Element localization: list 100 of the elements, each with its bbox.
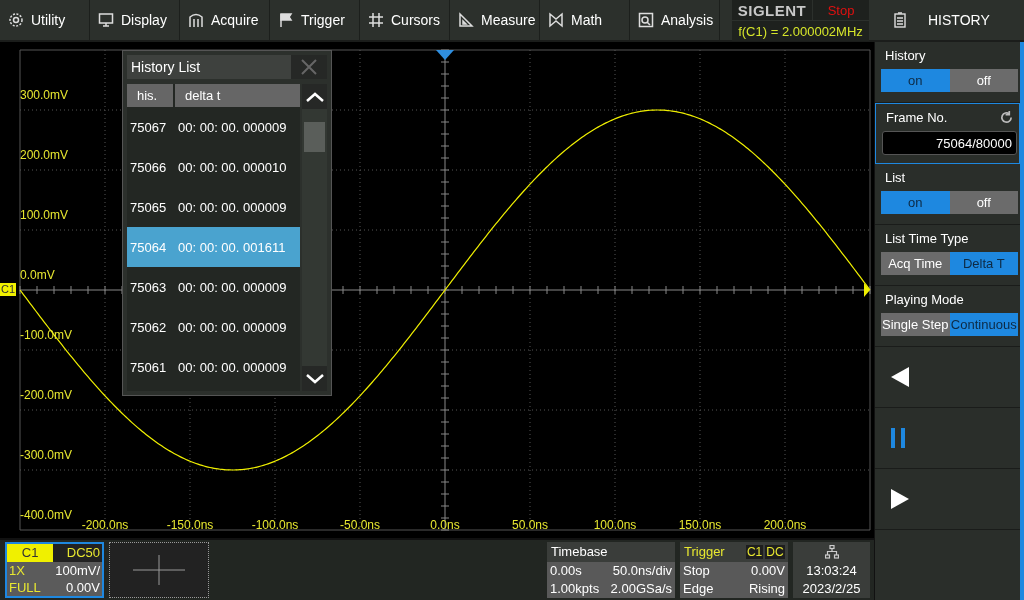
voltage-axis-label: 100.0mV [20, 208, 69, 222]
timebase-title: Timebase [547, 542, 608, 562]
voltage-axis-label: -400.0mV [20, 508, 73, 522]
scrollbar-thumb[interactable] [304, 122, 325, 152]
time-axis-label: -50.0ns [340, 518, 380, 532]
list-icon [894, 12, 906, 28]
setting-label: History [884, 48, 927, 63]
channel-marker: C1 [0, 283, 17, 296]
frame-number: 75065 [129, 199, 168, 215]
close-button[interactable] [291, 55, 327, 79]
history-row[interactable]: 75062 00: 00: 00. 000009 [127, 307, 300, 347]
trigger-panel[interactable]: Trigger C1 DC Stop 0.00V Edge Rising [680, 542, 788, 598]
bandwidth-limit: FULL [8, 579, 42, 596]
voltage-axis-label: 0.0mV [20, 268, 55, 282]
column-header: delta t [175, 84, 300, 107]
vertical-scale: 100mV/ [54, 562, 101, 579]
frame-number: 75061 [129, 359, 168, 375]
horizontal-delay: 0.00s [549, 562, 583, 580]
play-backward-icon [891, 367, 909, 387]
option-button[interactable]: off [949, 69, 1018, 92]
time-axis-label: -100.0ns [251, 518, 299, 532]
frame-number: 75064 [129, 239, 168, 255]
scroll-up-button[interactable] [302, 84, 327, 109]
channel-label: C1 [7, 544, 54, 562]
sample-rate: 2.00GSa/s [609, 580, 674, 598]
delta-time: 00: 00: 00. 000009 [177, 119, 288, 135]
voltage-axis-label: -200.0mV [20, 388, 73, 402]
time-axis-label: -150.0ns [166, 518, 214, 532]
setting-label: List [884, 170, 907, 185]
hash-icon [368, 12, 384, 28]
delta-time: 00: 00: 00. 001611 [177, 239, 287, 255]
option-button[interactable]: on [881, 69, 950, 92]
option-button[interactable]: Continuous [949, 313, 1018, 336]
delta-time: 00: 00: 00. 000009 [177, 199, 288, 215]
trigger-coupling: DC [765, 545, 785, 559]
delta-time: 00: 00: 00. 000009 [177, 359, 288, 375]
trigger-level-marker[interactable] [864, 283, 870, 297]
history-row[interactable]: 75061 00: 00: 00. 000009 [127, 347, 300, 387]
voltage-axis-label: -300.0mV [20, 448, 73, 462]
column-header: his. [127, 84, 173, 107]
flag-icon [278, 12, 294, 28]
frame-number: 75062 [129, 319, 168, 335]
history-row[interactable]: 75063 00: 00: 00. 000009 [127, 267, 300, 307]
frame-number: 75063 [129, 279, 168, 295]
play-icon [891, 489, 909, 509]
channel-coupling: DC50 [53, 544, 102, 562]
setting-label: List Time Type [884, 231, 970, 246]
frame-number: 75067 [129, 119, 168, 135]
option-button[interactable]: Acq Time [881, 252, 950, 275]
close-icon [301, 59, 317, 75]
setting-label: Frame No. [885, 110, 948, 125]
delta-time: 00: 00: 00. 000009 [177, 319, 288, 335]
clock-date: 2023/2/25 [802, 581, 861, 596]
memory-depth: 1.00kpts [549, 580, 601, 598]
channel-offset: 0.00V [65, 579, 101, 596]
timebase-panel[interactable]: Timebase 0.00s 50.0ns/div 1.00kpts 2.00GSa/s [547, 542, 675, 598]
frequency-counter: f(C1) = 2.000002MHz [732, 21, 869, 41]
trigger-type: Edge [682, 580, 715, 598]
history-row[interactable]: 75065 00: 00: 00. 000009 [127, 187, 300, 227]
panel-title: HISTORY [928, 12, 990, 28]
horizontal-scale: 50.0ns/div [611, 562, 674, 580]
option-button[interactable]: off [949, 191, 1018, 214]
time-axis-label: 0.0ns [430, 518, 460, 532]
scroll-down-button[interactable] [302, 366, 327, 391]
frame-number-field[interactable]: 75064/80000 [882, 131, 1017, 155]
time-axis-label: 50.0ns [512, 518, 548, 532]
time-axis-label: 150.0ns [678, 518, 722, 532]
chevron-up-icon [305, 91, 324, 102]
voltage-axis-label: 200.0mV [20, 148, 69, 162]
plus-icon [133, 555, 185, 585]
probe-ratio: 1X [8, 562, 26, 579]
channel-panel[interactable]: C1 DC50 1X 100mV/ FULL 0.00V [5, 542, 104, 598]
option-button[interactable]: Delta T [949, 252, 1018, 275]
trigger-title: Trigger [680, 542, 746, 562]
add-channel-slot[interactable] [109, 542, 209, 598]
setting-label: Playing Mode [884, 292, 965, 307]
refresh-icon [1000, 111, 1013, 124]
chevron-down-icon [305, 373, 324, 384]
pause-icon [891, 428, 905, 448]
magnifier-icon [638, 12, 654, 28]
trigger-slope: Rising [747, 580, 786, 598]
delta-time: 00: 00: 00. 000010 [177, 159, 288, 175]
time-axis-label: -200.0ns [81, 518, 129, 532]
trigger-position-marker[interactable] [436, 50, 454, 60]
frame-number: 75066 [129, 159, 168, 175]
dialog-title: History List [130, 59, 201, 75]
option-button[interactable]: on [881, 191, 950, 214]
time-axis-label: 100.0ns [593, 518, 637, 532]
history-row[interactable]: 75066 00: 00: 00. 000010 [127, 147, 300, 187]
monitor-icon [98, 12, 114, 28]
brand-logo: SIGLENT [732, 0, 812, 20]
history-row[interactable]: 75067 00: 00: 00. 000009 [127, 107, 300, 147]
trigger-level: 0.00V [750, 562, 786, 580]
option-button[interactable]: Single Step [881, 313, 950, 336]
voltage-axis-label: 300.0mV [20, 88, 69, 102]
delta-time: 00: 00: 00. 000009 [177, 279, 288, 295]
network-icon [824, 545, 839, 559]
trigger-state: Stop [682, 562, 711, 580]
gear-icon [8, 12, 24, 28]
time-axis-label: 200.0ns [763, 518, 807, 532]
